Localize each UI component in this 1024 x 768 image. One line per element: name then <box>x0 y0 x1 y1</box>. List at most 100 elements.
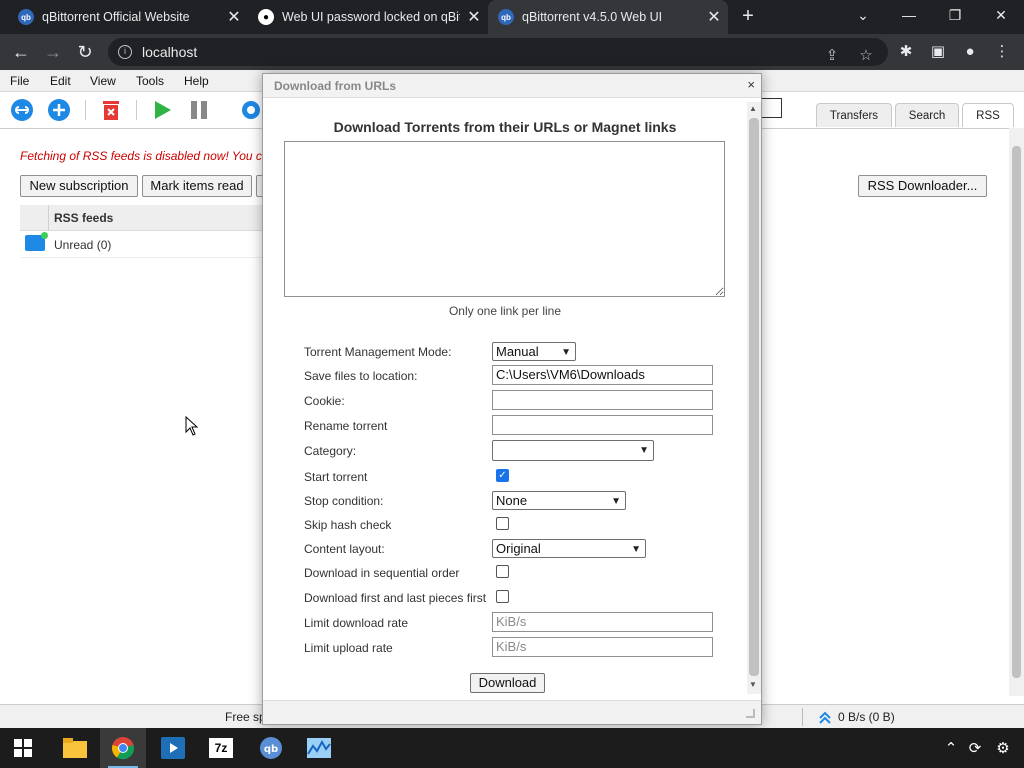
scroll-down-icon[interactable]: ▼ <box>749 680 757 689</box>
new-subscription-button[interactable]: New subscription <box>20 175 138 197</box>
first-last-checkbox[interactable] <box>496 590 509 603</box>
minimize-icon[interactable]: — <box>886 0 932 30</box>
close-tab-icon[interactable]: ✕ <box>700 7 728 27</box>
resource-monitor-icon[interactable] <box>296 728 342 768</box>
profile-avatar-icon[interactable]: ● <box>958 40 982 64</box>
share-icon[interactable]: ⇪ <box>822 46 842 66</box>
github-favicon-icon: ● <box>258 9 274 25</box>
content-layout-label: Content layout: <box>304 542 385 556</box>
save-location-input[interactable]: C:\Users\VM6\Downloads <box>492 365 713 385</box>
download-rate-input[interactable]: KiB/s <box>492 612 713 632</box>
category-label: Category: <box>304 444 357 458</box>
chrome-icon[interactable] <box>100 728 146 768</box>
new-tab-plus-icon[interactable]: + <box>736 4 760 28</box>
rename-label: Rename torrent <box>304 419 388 433</box>
sync-status-icon[interactable]: ⟳ <box>964 738 986 760</box>
chevron-down-icon: ▼ <box>639 445 649 456</box>
mouse-cursor-icon <box>185 416 199 436</box>
7zip-icon[interactable]: 7z <box>198 728 244 768</box>
scroll-up-icon[interactable]: ▲ <box>749 104 757 113</box>
upload-speed-icon <box>819 711 831 724</box>
menu-file[interactable]: File <box>10 74 29 88</box>
urls-textarea[interactable] <box>284 141 725 297</box>
browser-tab-qbittorrent-webui[interactable]: qb qBittorrent v4.5.0 Web UI ✕ <box>488 0 728 34</box>
category-select[interactable]: ▼ <box>492 440 654 461</box>
tab-search[interactable]: Search <box>895 103 959 127</box>
download-rate-label: Limit download rate <box>304 616 409 630</box>
svg-text:qb: qb <box>264 744 278 755</box>
menu-view[interactable]: View <box>90 74 116 88</box>
select-value: Manual <box>496 344 539 359</box>
page-scrollbar[interactable] <box>1009 128 1024 696</box>
dialog-titlebar[interactable]: Download from URLs × <box>263 74 761 98</box>
tab-title: qBittorrent v4.5.0 Web UI <box>522 10 663 24</box>
resize-grip-icon[interactable] <box>746 709 755 718</box>
feed-row-unread[interactable]: Unread (0) <box>20 232 265 258</box>
download-button[interactable]: Download <box>470 673 545 693</box>
rss-downloader-button[interactable]: RSS Downloader... <box>858 175 987 197</box>
restore-icon[interactable]: ❐ <box>932 0 978 30</box>
tab-title: Web UI password locked on qBittorrent <box>282 10 460 24</box>
close-tab-icon[interactable]: ✕ <box>220 7 248 27</box>
chevron-down-icon: ▼ <box>611 496 621 507</box>
close-tab-icon[interactable]: ✕ <box>460 7 488 27</box>
tab-search-chevron-icon[interactable]: ⌄ <box>840 0 886 30</box>
close-window-icon[interactable]: ✕ <box>978 0 1024 30</box>
start-icon[interactable] <box>0 728 46 768</box>
upload-rate-label: Limit upload rate <box>304 641 393 655</box>
extensions-puzzle-icon[interactable]: ✱ <box>894 40 918 64</box>
sequential-checkbox[interactable] <box>496 565 509 578</box>
column-separator <box>48 205 49 231</box>
upload-rate-input[interactable]: KiB/s <box>492 637 713 657</box>
menu-help[interactable]: Help <box>184 74 209 88</box>
browser-toolbar: ← → ↻ i localhost ⇪ ☆ ✱ ▣ ● ⋮ <box>0 34 1024 70</box>
menu-edit[interactable]: Edit <box>50 74 71 88</box>
forward-arrow-icon[interactable]: → <box>40 40 66 64</box>
address-text: localhost <box>142 44 198 60</box>
skip-hash-label: Skip hash check <box>304 518 392 532</box>
tray-chevron-up-icon[interactable]: ⌃ <box>940 738 962 760</box>
select-value: Original <box>496 541 541 556</box>
side-panel-icon[interactable]: ▣ <box>926 40 950 64</box>
7zip-label: 7z <box>209 738 233 758</box>
management-mode-label: Torrent Management Mode: <box>304 345 452 359</box>
status-separator <box>802 708 803 726</box>
file-explorer-icon[interactable] <box>52 728 98 768</box>
site-info-icon[interactable]: i <box>118 45 132 59</box>
chevron-down-icon: ▼ <box>631 544 641 555</box>
tab-rss[interactable]: RSS <box>962 103 1014 127</box>
cookie-label: Cookie: <box>304 394 345 408</box>
cookie-input[interactable] <box>492 390 713 410</box>
qbittorrent-icon[interactable]: qb <box>248 728 294 768</box>
skip-hash-checkbox[interactable] <box>496 517 509 530</box>
media-player-icon[interactable] <box>150 728 196 768</box>
first-last-label: Download first and last pieces first <box>304 591 487 605</box>
sequential-label: Download in sequential order <box>304 566 460 580</box>
start-torrent-checkbox[interactable]: ✓ <box>496 469 509 482</box>
browser-tab-qbittorrent-website[interactable]: qb qBittorrent Official Website ✕ <box>8 0 248 34</box>
kebab-menu-icon[interactable]: ⋮ <box>990 40 1014 64</box>
address-bar[interactable]: i localhost ⇪ ☆ <box>108 38 888 66</box>
content-layout-select[interactable]: Original ▼ <box>492 539 646 558</box>
back-arrow-icon[interactable]: ← <box>8 40 34 64</box>
settings-gear-icon[interactable]: ⚙ <box>992 738 1014 760</box>
browser-tab-strip: qb qBittorrent Official Website ✕ ● Web … <box>0 0 1024 34</box>
mark-items-read-button[interactable]: Mark items read <box>142 175 252 197</box>
stop-condition-select[interactable]: None ▼ <box>492 491 626 510</box>
tab-title: qBittorrent Official Website <box>42 10 190 24</box>
menu-tools[interactable]: Tools <box>136 74 164 88</box>
dialog-heading: Download Torrents from their URLs or Mag… <box>333 119 677 135</box>
rename-input[interactable] <box>492 415 713 435</box>
reload-icon[interactable]: ↻ <box>72 40 98 64</box>
qbittorrent-favicon-icon: qb <box>498 9 514 25</box>
tab-transfers[interactable]: Transfers <box>816 103 892 127</box>
dialog-close-icon[interactable]: × <box>747 77 755 92</box>
dialog-title: Download from URLs <box>274 79 396 93</box>
browser-tab-github-issue[interactable]: ● Web UI password locked on qBittorrent … <box>248 0 488 34</box>
dialog-scrollbar[interactable]: ▲ ▼ <box>747 102 761 694</box>
management-mode-select[interactable]: Manual ▼ <box>492 342 576 361</box>
bookmark-star-icon[interactable]: ☆ <box>856 46 876 66</box>
feeds-column-title: RSS feeds <box>54 211 114 225</box>
scroll-thumb[interactable] <box>749 118 759 676</box>
select-value: None <box>496 493 528 508</box>
